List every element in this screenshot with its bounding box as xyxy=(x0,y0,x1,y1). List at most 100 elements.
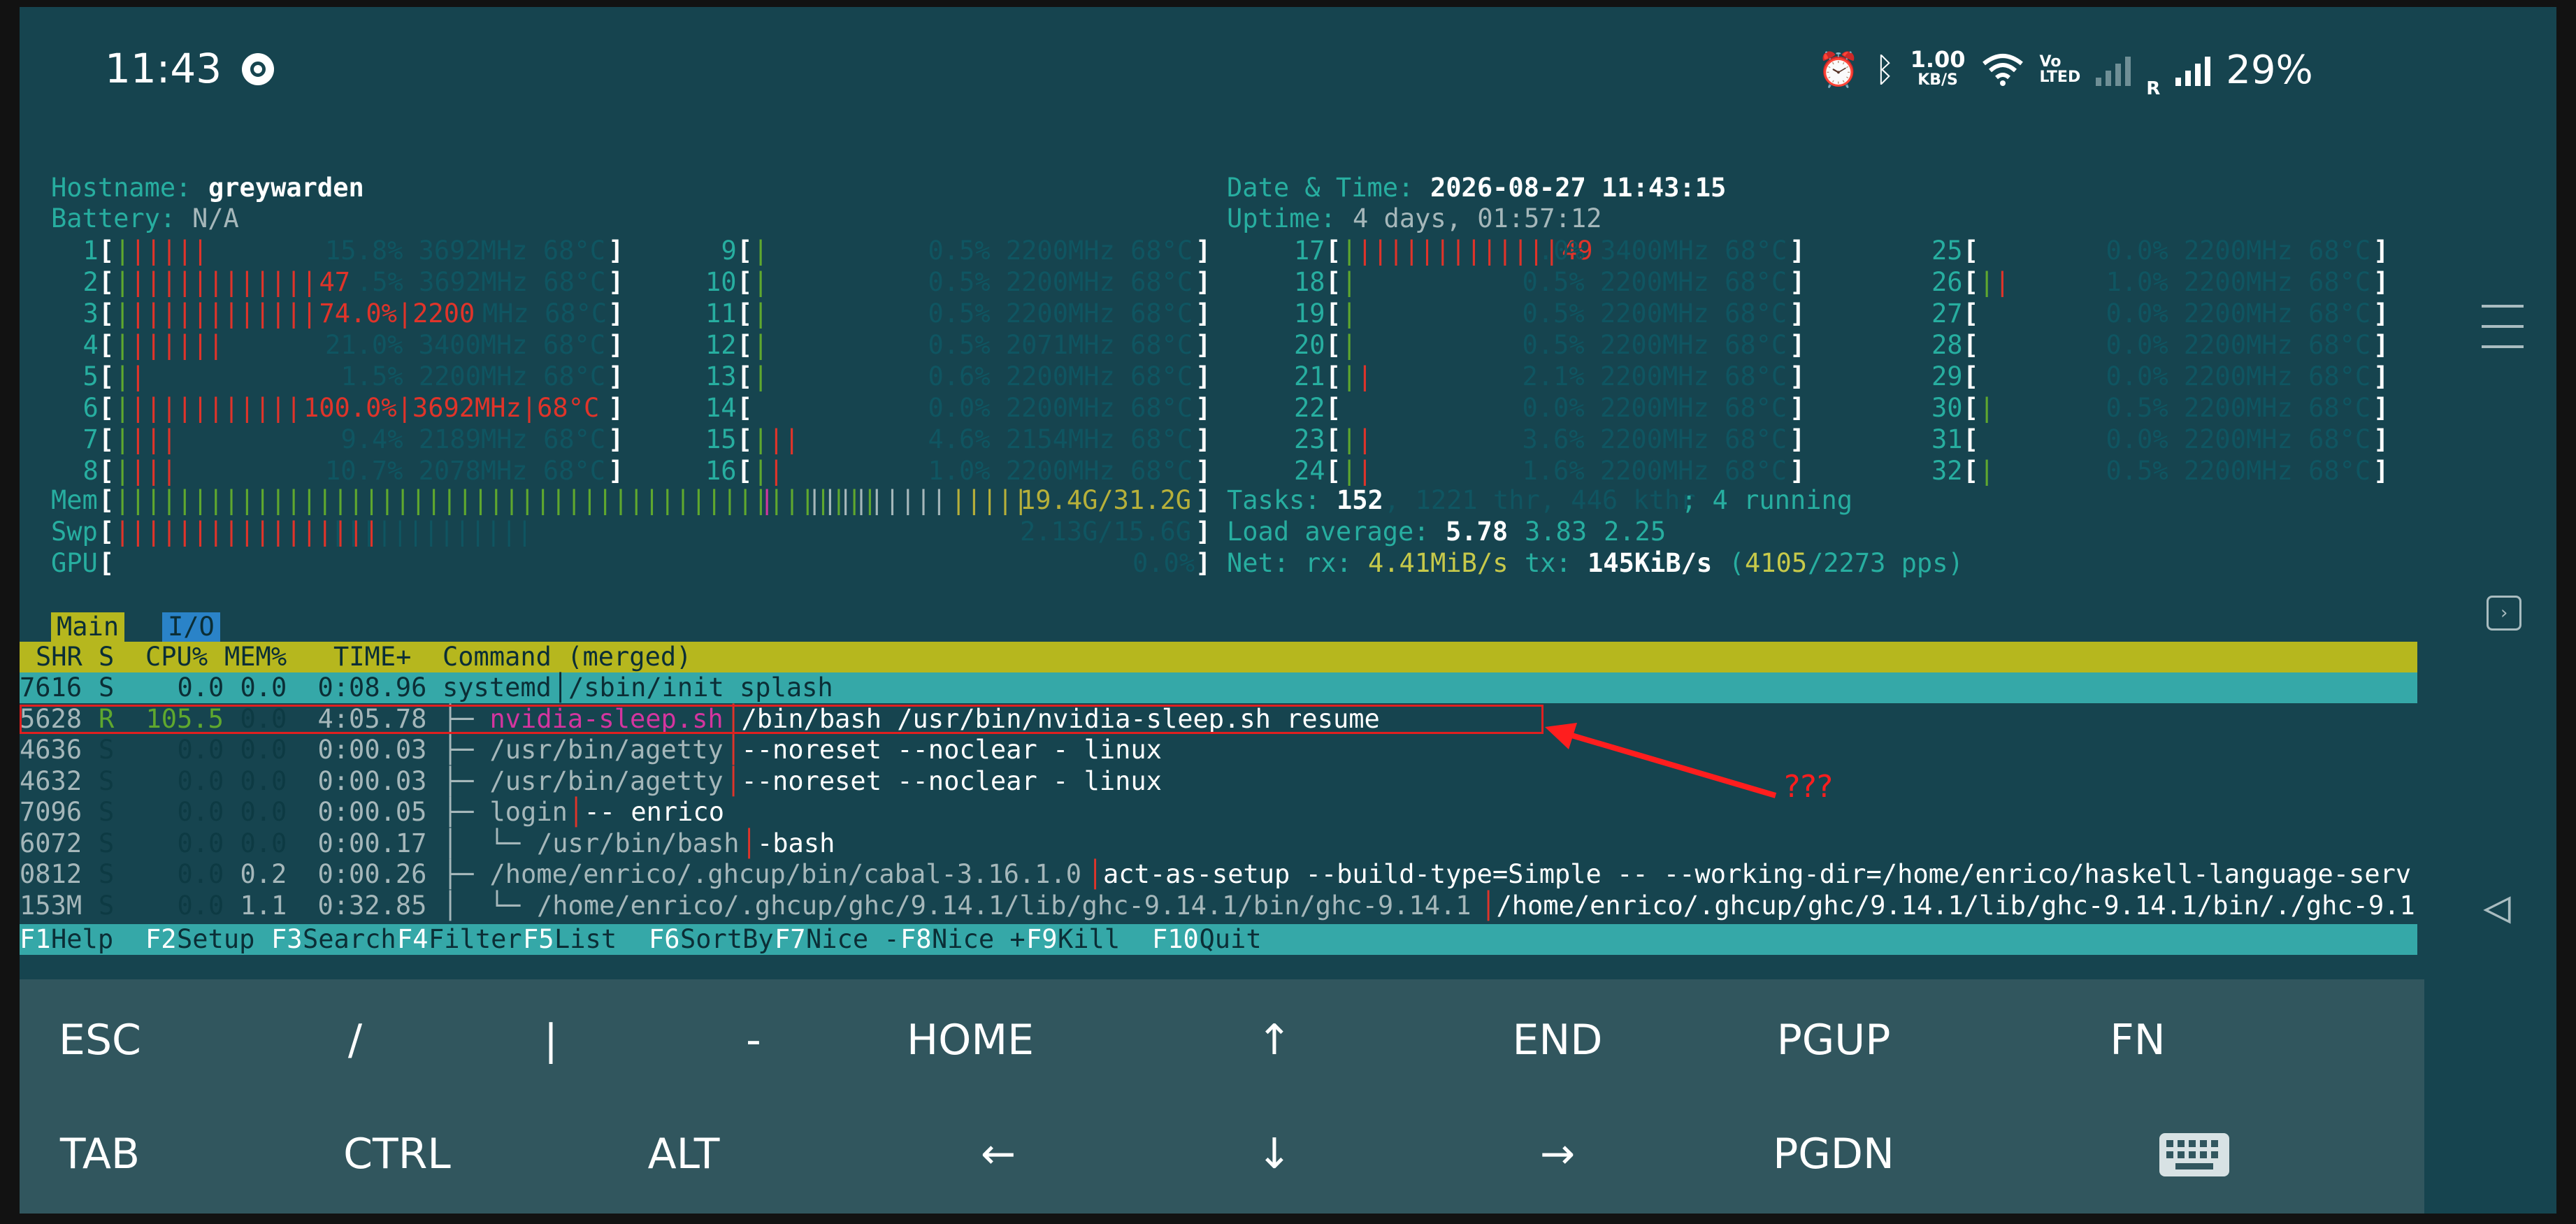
fkey-f8[interactable]: F8 xyxy=(900,924,932,955)
cell-command-args: -bash xyxy=(757,828,835,858)
cpu-close-bracket: ] xyxy=(1790,393,1806,423)
fkey-label-list[interactable]: List xyxy=(554,924,617,955)
table-row-selected[interactable]: 7616 S 0.0 0.0 0:08.96 systemd │/sbin/init spl… xyxy=(20,672,2417,703)
cpu-id: 26 xyxy=(1931,267,1963,297)
fkey-label-nice[interactable]: Nice - xyxy=(806,924,900,955)
fkey-label-kill[interactable]: Kill xyxy=(1058,924,1120,955)
back-icon[interactable]: ◁ xyxy=(2483,884,2511,930)
column-time[interactable]: TIME+ xyxy=(333,642,411,672)
fkey-f10[interactable]: F10 xyxy=(1152,924,1199,955)
recent-apps-icon[interactable]: › xyxy=(2487,596,2521,631)
key-8[interactable]: FN xyxy=(2033,1012,2243,1068)
fkey-f6[interactable]: F6 xyxy=(649,924,680,955)
table-row[interactable]: 6072 S 0.0 0.0 0:00.17 │ └─ /usr/bin/bash │ -ba… xyxy=(20,828,2417,859)
cpu-close-bracket: ] xyxy=(1790,361,1806,391)
cpu-id: 17 xyxy=(1294,236,1325,266)
key-2[interactable]: | xyxy=(446,1012,656,1068)
cpu-close-bracket: ] xyxy=(1790,267,1806,297)
cpu-id: 2 xyxy=(82,267,99,297)
cpu-open-bracket: [ xyxy=(99,361,115,391)
fkey-label-nice[interactable]: Nice + xyxy=(932,924,1026,955)
cell-mem: 0.0 xyxy=(240,735,287,765)
column-shr[interactable]: SHR xyxy=(36,642,82,672)
key-row2-2[interactable]: ALT xyxy=(579,1126,789,1182)
fkey-f9[interactable]: F9 xyxy=(1026,924,1058,955)
key-0[interactable]: ESC xyxy=(0,1012,205,1068)
net-rate-unit: KB/S xyxy=(1917,71,1958,89)
keyboard-icon[interactable] xyxy=(2156,1126,2233,1182)
fkey-f2[interactable]: F2 xyxy=(145,924,177,955)
cpu-stats: 0.5% 2200MHz 68°C xyxy=(928,298,1193,329)
menu-icon[interactable] xyxy=(2482,305,2524,348)
fkey-label-setup[interactable]: Setup xyxy=(177,924,254,955)
key-row2-0[interactable]: TAB xyxy=(0,1126,205,1182)
key-row2-4[interactable]: ↓ xyxy=(1170,1126,1379,1182)
table-row[interactable]: 7096 S 0.0 0.0 0:00.05 ├─ login │ -- enrico xyxy=(20,797,2417,828)
key-3[interactable]: - xyxy=(649,1012,858,1068)
cpu-bars: || xyxy=(115,361,146,391)
process-table-header[interactable]: SHR S CPU% MEM% TIME+ Command (merged) xyxy=(20,642,2417,672)
key-row2-1[interactable]: CTRL xyxy=(292,1126,502,1182)
table-row[interactable]: 153M S 0.0 1.1 0:32.85 │ └─ /home/enrico/.ghc… xyxy=(20,891,2417,921)
cpu-id: 18 xyxy=(1294,267,1325,297)
cell-shr: 7096 xyxy=(20,797,82,827)
volte-icon: Vo LTED xyxy=(2040,55,2081,85)
net-rate: 1.00 KB/S xyxy=(1911,48,1966,91)
fkey-f7[interactable]: F7 xyxy=(775,924,806,955)
cell-tree: │ └─ xyxy=(442,828,536,858)
fkey-f4[interactable]: F4 xyxy=(397,924,429,955)
cell-separator: │ xyxy=(726,735,742,765)
table-row[interactable]: 4636 S 0.0 0.0 0:00.03 ├─ /usr/bin/agetty │ --n… xyxy=(20,735,2417,765)
cell-mem: 1.1 xyxy=(240,890,287,921)
cell-tree: ├─ xyxy=(442,859,489,889)
cell-cpu: 0.0 xyxy=(177,890,224,921)
fkey-f5[interactable]: F5 xyxy=(523,924,554,955)
cell-cpu: 0.0 xyxy=(177,859,224,889)
cpu-open-bracket: [ xyxy=(1325,298,1341,329)
swp-cache-bars: ||||||||||||| xyxy=(330,517,533,547)
swp-label: Swp xyxy=(51,517,98,547)
cpu-bars: || xyxy=(1341,424,1373,454)
table-row[interactable]: 4632 S 0.0 0.0 0:00.03 ├─ /usr/bin/agetty │ --n… xyxy=(20,766,2417,797)
key-row2-3[interactable]: ← xyxy=(893,1126,1103,1182)
column-mem[interactable]: MEM% xyxy=(224,642,287,672)
key-7[interactable]: PGUP xyxy=(1729,1012,1938,1068)
key-row2-5[interactable]: → xyxy=(1453,1126,1662,1182)
cell-time: 0:00.05 xyxy=(317,797,427,827)
key-1[interactable]: / xyxy=(250,1012,460,1068)
cpu-id: 16 xyxy=(705,456,737,486)
cpu-close-bracket: ] xyxy=(608,393,624,423)
key-row2-6[interactable]: PGDN xyxy=(1729,1126,1938,1182)
status-icons: ⏰ ᛒ 1.00 KB/S Vo LTED R 29% xyxy=(1818,42,2349,99)
fkey-label-search[interactable]: Search xyxy=(303,924,396,955)
column-cpu[interactable]: CPU% xyxy=(145,642,208,672)
cell-command-args: --noreset --noclear - linux xyxy=(741,735,1162,765)
fkey-label-quit[interactable]: Quit xyxy=(1200,924,1262,955)
column-state[interactable]: S xyxy=(99,642,114,672)
column-command[interactable]: Command (merged) xyxy=(442,642,691,672)
fkey-label-filter[interactable]: Filter xyxy=(429,924,522,955)
net-pps-rest: /2273 pps) xyxy=(1808,548,1964,578)
tab-main[interactable]: Main xyxy=(51,612,125,642)
cpu-bars: |||||||||||| xyxy=(115,393,302,423)
key-5[interactable]: ↑ xyxy=(1170,1012,1379,1068)
cpu-open-bracket: [ xyxy=(737,393,753,423)
cpu-close-bracket: ] xyxy=(608,456,624,486)
fkey-f3[interactable]: F3 xyxy=(271,924,303,955)
cpu-stats: MHz 68°C xyxy=(482,298,607,329)
key-6[interactable]: END xyxy=(1453,1012,1662,1068)
mem-shared-bar: | xyxy=(759,485,775,515)
cell-tree: ├─ xyxy=(442,797,489,827)
tab-io[interactable]: I/O xyxy=(162,612,220,642)
net-rx-label: rx: xyxy=(1305,548,1352,578)
battery-value: N/A xyxy=(192,203,239,233)
cpu-open-bracket: [ xyxy=(1963,361,1979,391)
frame-bottom xyxy=(0,1214,2576,1224)
fkey-f1[interactable]: F1 xyxy=(20,924,51,955)
table-row[interactable]: 0812 S 0.0 0.2 0:00.26 ├─ /home/enrico/.ghcup… xyxy=(20,859,2417,890)
key-4[interactable]: HOME xyxy=(865,1012,1075,1068)
fkey-label-help[interactable]: Help xyxy=(51,924,113,955)
tasks-label: Tasks: xyxy=(1227,485,1321,515)
fkey-label-sortby[interactable]: SortBy xyxy=(680,924,774,955)
cpu-id: 28 xyxy=(1931,330,1963,360)
